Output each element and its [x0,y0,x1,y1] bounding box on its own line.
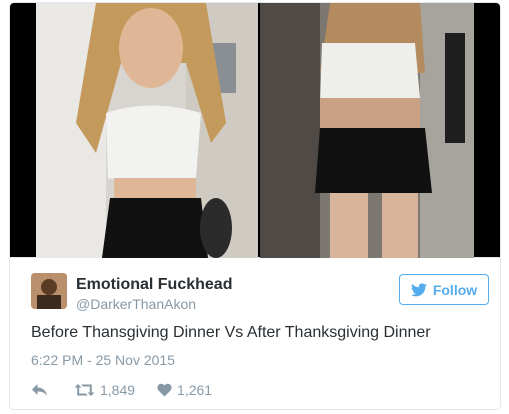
tweet-timestamp[interactable]: 6:22 PM - 25 Nov 2015 [31,352,175,368]
reply-icon [32,384,47,396]
retweet-button[interactable]: 1,849 [74,382,135,398]
embedded-tweet-card: Emotional Fuckhead @DarkerThanAkon Follo… [9,2,501,410]
heart-icon [157,383,172,397]
photo-before[interactable] [36,3,258,258]
twitter-bird-icon [410,282,427,296]
tweet-actions: 1,849 1,261 [31,380,212,400]
reply-button[interactable] [31,383,48,397]
user-handle[interactable]: @DarkerThanAkon [76,296,196,312]
tweet-text: Before Thansgiving Dinner Vs After Thank… [31,324,431,341]
avatar[interactable] [31,273,67,309]
tweet-media[interactable] [10,3,500,258]
like-button[interactable]: 1,261 [157,382,212,398]
follow-label: Follow [432,281,478,298]
like-count: 1,261 [177,382,213,398]
follow-button[interactable]: Follow [399,274,489,305]
retweet-icon [74,384,95,396]
before-photo-image [36,3,258,258]
photo-after[interactable] [260,3,474,258]
display-name[interactable]: Emotional Fuckhead [76,276,232,294]
tweet-header: Emotional Fuckhead @DarkerThanAkon Follo… [10,258,500,318]
retweet-count: 1,849 [100,382,136,398]
avatar-image [31,273,67,309]
after-photo-image [260,3,474,258]
